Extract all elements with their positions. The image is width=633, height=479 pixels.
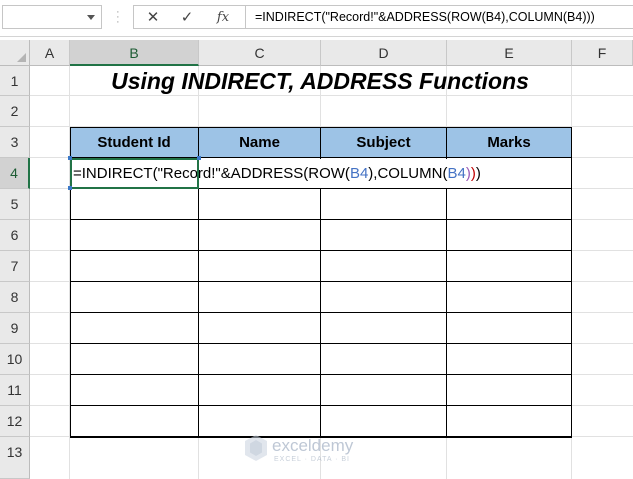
table-cell[interactable] bbox=[321, 344, 447, 375]
header-subject[interactable]: Subject bbox=[321, 127, 447, 158]
table-cell[interactable] bbox=[199, 313, 321, 344]
watermark-tagline: EXCEL · DATA · BI bbox=[274, 456, 350, 463]
row-header-1[interactable]: 1 bbox=[0, 66, 30, 96]
table-cell[interactable] bbox=[447, 220, 572, 251]
column-header-c[interactable]: C bbox=[199, 40, 321, 66]
table-cell[interactable] bbox=[199, 375, 321, 406]
row-header-11[interactable]: 11 bbox=[0, 375, 30, 406]
formula-buttons: ✕ ✓ fx bbox=[133, 5, 245, 29]
header-student-id[interactable]: Student Id bbox=[70, 127, 199, 158]
row-header-13[interactable]: 13 bbox=[0, 437, 30, 479]
row-header-5[interactable]: 5 bbox=[0, 189, 30, 220]
vertical-dots-icon: · · · bbox=[116, 6, 120, 28]
table-cell[interactable] bbox=[199, 189, 321, 220]
row-header-4[interactable]: 4 bbox=[0, 158, 30, 189]
selection-handle[interactable] bbox=[68, 186, 72, 190]
table-cell[interactable] bbox=[321, 313, 447, 344]
row-header-9[interactable]: 9 bbox=[0, 313, 30, 344]
table-cell[interactable] bbox=[447, 189, 572, 220]
cell-reference: B4 bbox=[447, 165, 466, 182]
row-header-8[interactable]: 8 bbox=[0, 282, 30, 313]
select-all-icon bbox=[17, 53, 26, 62]
table-cell[interactable] bbox=[199, 251, 321, 282]
table-cell[interactable] bbox=[447, 406, 572, 437]
worksheet-grid[interactable]: A B C D E F 1 2 3 4 5 6 7 8 9 10 11 12 1… bbox=[0, 40, 633, 479]
formula-text: ),COLUMN( bbox=[368, 165, 448, 182]
exceldemy-logo-icon bbox=[245, 435, 267, 461]
formula-bar: · · · ✕ ✓ fx =INDIRECT("Record!"&ADDRESS(R… bbox=[0, 0, 633, 37]
row-header-7[interactable]: 7 bbox=[0, 251, 30, 282]
table-cell[interactable] bbox=[70, 282, 199, 313]
row-header-6[interactable]: 6 bbox=[0, 220, 30, 251]
table-cell[interactable] bbox=[70, 220, 199, 251]
column-header-b[interactable]: B bbox=[70, 40, 199, 66]
column-header-d[interactable]: D bbox=[321, 40, 447, 66]
name-box[interactable] bbox=[2, 5, 102, 29]
table-cell[interactable] bbox=[447, 251, 572, 282]
select-all-corner[interactable] bbox=[0, 40, 30, 66]
table-cell[interactable] bbox=[70, 406, 199, 437]
watermark: exceldemy EXCEL · DATA · BI bbox=[244, 432, 404, 466]
table-cell[interactable] bbox=[447, 375, 572, 406]
selection-handle[interactable] bbox=[197, 156, 201, 160]
row-header-10[interactable]: 10 bbox=[0, 344, 30, 375]
enter-icon[interactable]: ✓ bbox=[176, 8, 198, 28]
header-name[interactable]: Name bbox=[199, 127, 321, 158]
row-header-12[interactable]: 12 bbox=[0, 406, 30, 437]
row-header-3[interactable]: 3 bbox=[0, 127, 30, 158]
table-cell[interactable] bbox=[321, 220, 447, 251]
table-cell[interactable] bbox=[70, 375, 199, 406]
table-cell[interactable] bbox=[70, 344, 199, 375]
chevron-down-icon[interactable] bbox=[87, 15, 95, 20]
table-cell[interactable] bbox=[199, 282, 321, 313]
insert-function-icon[interactable]: fx bbox=[212, 8, 234, 28]
formula-text: =INDIRECT("Record!"&ADDRESS(ROW( bbox=[73, 165, 350, 182]
cancel-icon[interactable]: ✕ bbox=[142, 8, 164, 28]
row-header-2[interactable]: 2 bbox=[0, 96, 30, 127]
column-header-e[interactable]: E bbox=[447, 40, 572, 66]
table-cell[interactable] bbox=[70, 313, 199, 344]
cell-b4-editor[interactable]: =INDIRECT("Record!"&ADDRESS(ROW(B4),COLU… bbox=[71, 159, 571, 188]
table-cell[interactable] bbox=[321, 282, 447, 313]
table-cell[interactable] bbox=[321, 189, 447, 220]
table-cell[interactable] bbox=[447, 282, 572, 313]
table-cell[interactable] bbox=[70, 189, 199, 220]
column-header-f[interactable]: F bbox=[572, 40, 633, 66]
table-cell[interactable] bbox=[321, 251, 447, 282]
formula-paren: ) bbox=[475, 165, 481, 182]
header-marks[interactable]: Marks bbox=[447, 127, 572, 158]
sheet-title: Using INDIRECT, ADDRESS Functions bbox=[111, 68, 529, 94]
watermark-name: exceldemy bbox=[272, 436, 354, 455]
cell-reference: B4 bbox=[349, 165, 369, 182]
table-cell[interactable] bbox=[447, 344, 572, 375]
table-cell[interactable] bbox=[321, 375, 447, 406]
formula-input[interactable]: =INDIRECT("Record!"&ADDRESS(ROW(B4),COLU… bbox=[245, 5, 633, 29]
selection-handle[interactable] bbox=[68, 156, 72, 160]
column-header-a[interactable]: A bbox=[30, 40, 70, 66]
table-cell[interactable] bbox=[70, 251, 199, 282]
table-cell[interactable] bbox=[199, 344, 321, 375]
table-cell[interactable] bbox=[199, 220, 321, 251]
table-cell[interactable] bbox=[447, 313, 572, 344]
